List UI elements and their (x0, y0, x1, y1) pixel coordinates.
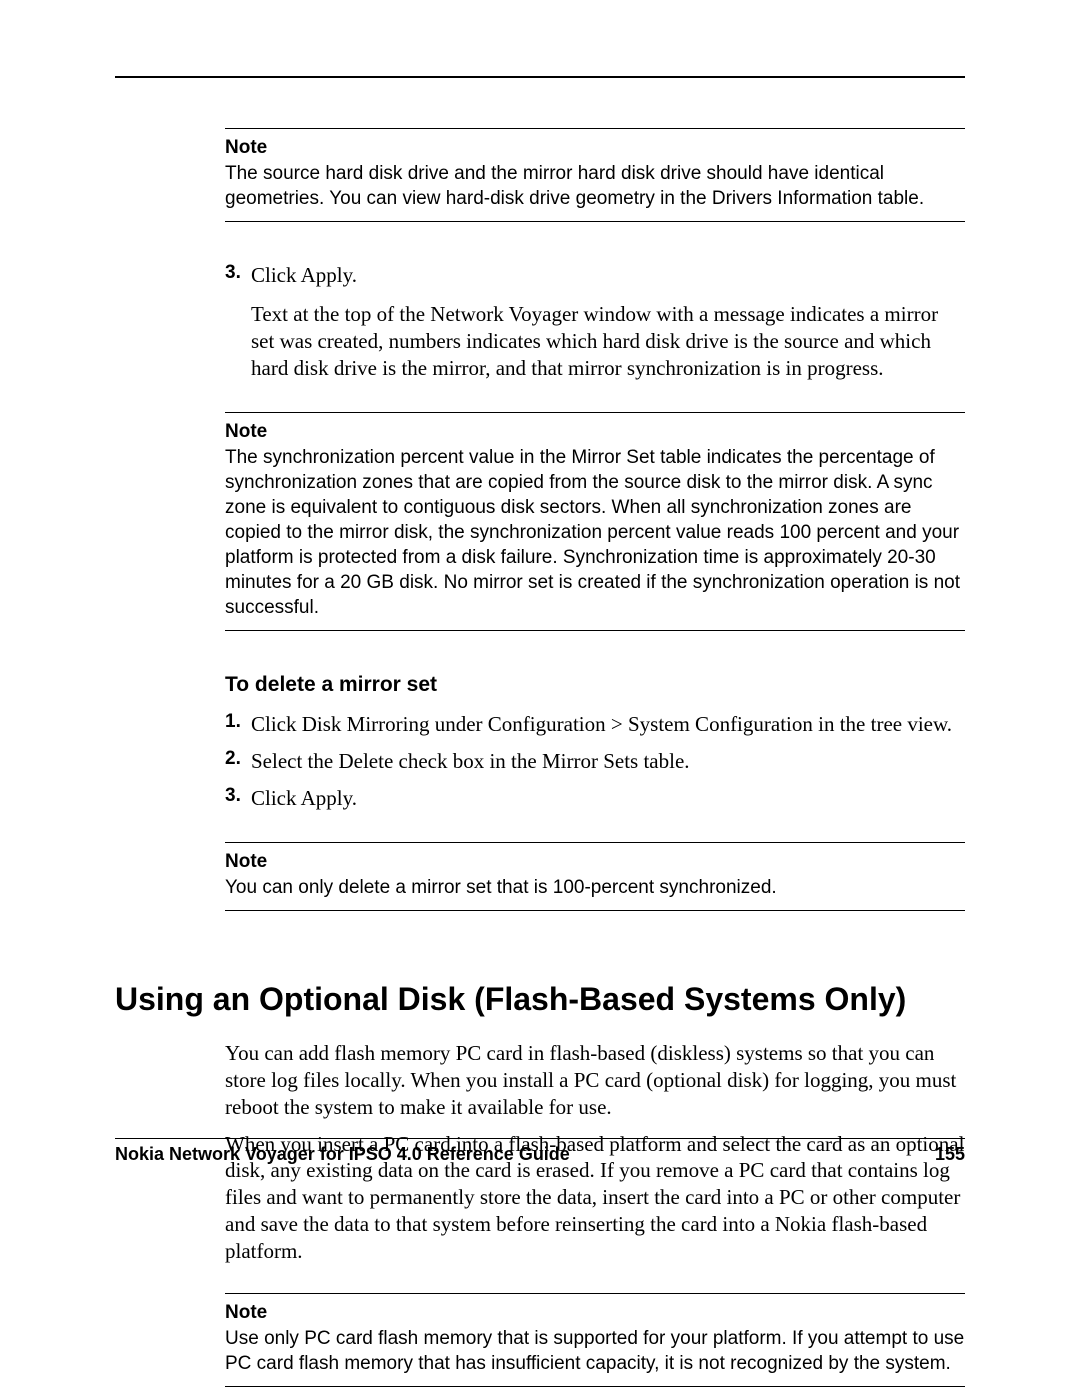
list-item: 3. Click Apply. (225, 785, 965, 812)
footer-title: Nokia Network Voyager for IPSO 4.0 Refer… (115, 1144, 570, 1165)
note-text: The source hard disk drive and the mirro… (225, 161, 965, 211)
ordered-list: 3. Click Apply. Text at the top of the N… (225, 262, 965, 382)
note-block: Note The synchronization percent value i… (225, 412, 965, 632)
page: Note The source hard disk drive and the … (0, 0, 1080, 1397)
content-frame: Note The source hard disk drive and the … (115, 76, 965, 1397)
note-box: Note Use only PC card flash memory that … (225, 1293, 965, 1387)
note-block: Note The source hard disk drive and the … (225, 128, 965, 222)
note-label: Note (225, 851, 965, 873)
list-paragraph: Text at the top of the Network Voyager w… (251, 301, 965, 382)
list-text: Click Apply. (251, 785, 965, 812)
note-text: Use only PC card flash memory that is su… (225, 1326, 965, 1376)
sub-heading: To delete a mirror set (225, 673, 965, 697)
top-rule (115, 76, 965, 78)
note-label: Note (225, 1302, 965, 1324)
list-item: 1. Click Disk Mirroring under Configurat… (225, 711, 965, 738)
delete-section: To delete a mirror set 1. Click Disk Mir… (225, 673, 965, 812)
steps-continuation: 3. Click Apply. Text at the top of the N… (225, 262, 965, 382)
note-label: Note (225, 137, 965, 159)
section-heading: Using an Optional Disk (Flash-Based Syst… (115, 981, 965, 1018)
note-label: Note (225, 421, 965, 443)
list-number: 3. (225, 785, 251, 812)
footer: Nokia Network Voyager for IPSO 4.0 Refer… (115, 1144, 965, 1165)
note-block: Note You can only delete a mirror set th… (225, 842, 965, 911)
footer-page-number: 155 (935, 1144, 965, 1165)
note-box: Note You can only delete a mirror set th… (225, 842, 965, 911)
list-number: 1. (225, 711, 251, 738)
list-text: Click Disk Mirroring under Configuration… (251, 711, 965, 738)
list-item: 2. Select the Delete check box in the Mi… (225, 748, 965, 775)
footer-rule (115, 1138, 965, 1139)
list-number: 2. (225, 748, 251, 775)
section-body: You can add flash memory PC card in flas… (225, 1040, 965, 1387)
note-box: Note The synchronization percent value i… (225, 412, 965, 632)
list-item: 3. Click Apply. (225, 262, 965, 289)
body-paragraph: You can add flash memory PC card in flas… (225, 1040, 965, 1121)
note-text: The synchronization percent value in the… (225, 445, 965, 621)
note-box: Note The source hard disk drive and the … (225, 128, 965, 222)
list-text: Select the Delete check box in the Mirro… (251, 748, 965, 775)
list-number: 3. (225, 262, 251, 289)
note-text: You can only delete a mirror set that is… (225, 875, 965, 900)
list-text: Click Apply. (251, 262, 965, 289)
ordered-list: 1. Click Disk Mirroring under Configurat… (225, 711, 965, 812)
